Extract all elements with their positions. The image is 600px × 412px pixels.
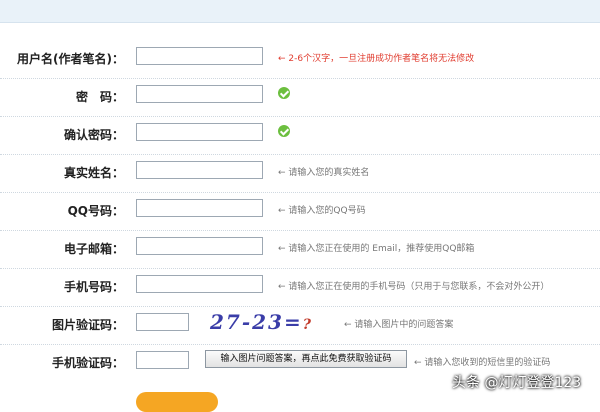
sms-hint: ← 请输入您收到的短信里的验证码 [414, 358, 551, 368]
captcha-input[interactable] [136, 313, 189, 331]
email-hint: ← 请输入您正在使用的 Email，推荐使用QQ邮箱 [278, 244, 475, 254]
username-label: 用户名(作者笔名)： [17, 52, 124, 66]
watermark: 头条 @灯灯登登123 [452, 375, 582, 391]
password-row: 密 码： [0, 78, 600, 117]
phone-hint: ← 请输入您正在使用的手机号码（只用于与您联系，不会对外公开） [278, 282, 550, 292]
real-name-hint: ← 请输入您的真实姓名 [278, 168, 370, 178]
phone-row: 手机号码： ← 请输入您正在使用的手机号码（只用于与您联系，不会对外公开） [0, 268, 600, 307]
phone-input[interactable] [136, 275, 263, 293]
qq-hint: ← 请输入您的QQ号码 [278, 206, 366, 216]
qq-row: QQ号码： ← 请输入您的QQ号码 [0, 192, 600, 231]
username-row: 用户名(作者笔名)： ← 2-6个汉字，一旦注册成功作者笔名将无法修改 [0, 40, 600, 79]
captcha-row: 图片验证码： 27-23=? ← 请输入图片中的问题答案 [0, 306, 600, 345]
sms-label: 手机验证码： [51, 356, 124, 370]
check-icon [278, 125, 290, 137]
captcha-image[interactable]: 27-23=? [210, 310, 320, 338]
username-hint: ← 2-6个汉字，一旦注册成功作者笔名将无法修改 [278, 54, 475, 64]
password-label: 密 码： [75, 90, 124, 104]
password-input[interactable] [136, 85, 263, 103]
qq-label: QQ号码： [67, 204, 124, 218]
captcha-hint: ← 请输入图片中的问题答案 [344, 320, 454, 330]
top-bar [0, 0, 600, 23]
confirm-password-label: 确认密码： [63, 128, 124, 142]
qq-input[interactable] [136, 199, 263, 217]
real-name-input[interactable] [136, 161, 263, 179]
email-label: 电子邮箱： [63, 242, 124, 256]
confirm-password-row: 确认密码： [0, 116, 600, 155]
phone-label: 手机号码： [63, 280, 124, 294]
email-input[interactable] [136, 237, 263, 255]
get-sms-code-button[interactable]: 输入图片问题答案，再点此免费获取验证码 [205, 350, 407, 368]
sms-code-input[interactable] [136, 351, 189, 369]
real-name-row: 真实姓名： ← 请输入您的真实姓名 [0, 154, 600, 193]
real-name-label: 真实姓名： [63, 166, 124, 180]
confirm-password-input[interactable] [136, 123, 263, 141]
username-input[interactable] [136, 47, 263, 65]
email-row: 电子邮箱： ← 请输入您正在使用的 Email，推荐使用QQ邮箱 [0, 230, 600, 269]
check-icon [278, 87, 290, 99]
submit-button[interactable] [136, 392, 218, 412]
captcha-label: 图片验证码： [51, 318, 124, 332]
